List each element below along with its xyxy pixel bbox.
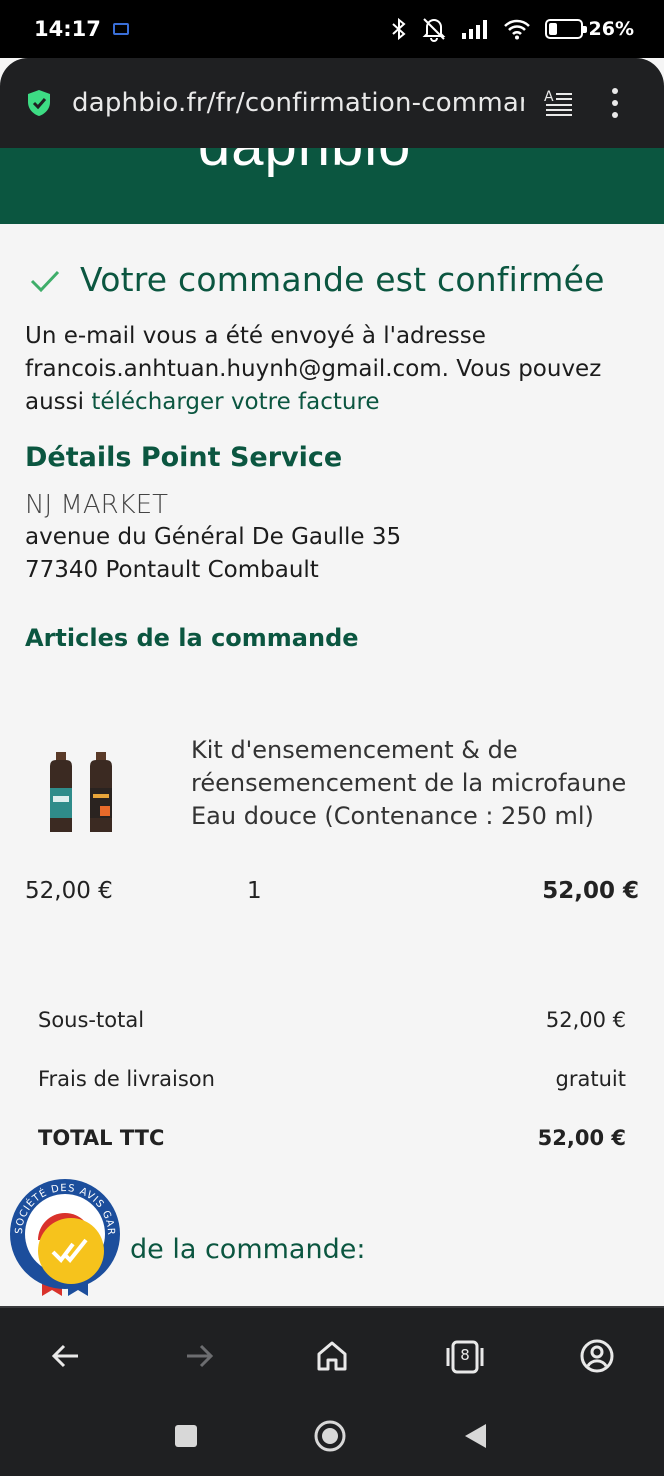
- shipping-label: Frais de livraison: [38, 1067, 215, 1091]
- point-service-heading: Détails Point Service: [25, 442, 343, 473]
- system-nav-bar: [0, 1400, 664, 1476]
- wifi-icon: [503, 19, 530, 40]
- total-value: 52,00 €: [537, 1126, 626, 1150]
- product-name-line: Eau douce (Contenance : 250 ml): [191, 802, 594, 830]
- url-text[interactable]: daphbio.fr/fr/confirmation-commande: [72, 88, 524, 118]
- point-service-street: avenue du Général De Gaulle 35: [25, 524, 402, 550]
- email-notice-line: francois.anhtuan.huynh@gmail.com. Vous p…: [25, 356, 602, 382]
- account-icon[interactable]: [579, 1338, 615, 1374]
- battery-level: 26%: [588, 18, 634, 40]
- tabs-count: 8: [460, 1346, 470, 1364]
- email-notice-line: aussi télécharger votre facture: [25, 386, 645, 419]
- back-triangle-icon[interactable]: [462, 1422, 488, 1450]
- confirmation-header: Votre commande est confirmée: [28, 260, 605, 299]
- battery-icon: [544, 19, 587, 39]
- shipping-value: gratuit: [555, 1067, 626, 1091]
- bluetooth-icon: [391, 17, 406, 41]
- item-unit-price: 52,00 €: [25, 878, 113, 904]
- forward-arrow-icon[interactable]: [181, 1338, 217, 1374]
- item-quantity: 1: [247, 878, 262, 904]
- browser-url-bar: daphbio.fr/fr/confirmation-commande A: [0, 58, 664, 148]
- status-bar: 14:17 26%: [0, 0, 664, 58]
- home-icon[interactable]: [314, 1338, 350, 1374]
- email-notice-line: Un e-mail vous a été envoyé à l'adresse: [25, 323, 486, 349]
- tabs-icon[interactable]: 8: [446, 1338, 484, 1376]
- reader-mode-icon[interactable]: A: [544, 88, 574, 118]
- email-notice-prefix: aussi: [25, 389, 92, 415]
- svg-text:A: A: [544, 89, 554, 105]
- signal-icon: [461, 20, 487, 39]
- reviews-badge-icon[interactable]: SOCIÉTÉ DES AVIS GARANTIS: [8, 1178, 122, 1300]
- product-image[interactable]: [44, 752, 128, 836]
- home-circle-icon[interactable]: [314, 1420, 346, 1452]
- shield-check-icon[interactable]: [24, 88, 54, 118]
- order-details-heading: de la commande:: [130, 1234, 366, 1265]
- status-icons: 26%: [391, 16, 634, 42]
- back-arrow-icon[interactable]: [48, 1338, 84, 1374]
- site-logo[interactable]: daphbio: [198, 148, 411, 179]
- product-name-line: Kit d'ensemencement & de: [191, 736, 518, 764]
- recents-icon[interactable]: [174, 1424, 198, 1448]
- total-label: TOTAL TTC: [38, 1126, 165, 1150]
- site-header: daphbio: [0, 148, 664, 224]
- check-icon: [30, 270, 60, 292]
- screen: 14:17 26% daphbio.fr/fr/confirmation-com…: [0, 0, 664, 1476]
- download-invoice-link[interactable]: télécharger votre facture: [91, 389, 379, 415]
- product-name-line: réensemencement de la microfaune: [191, 769, 627, 797]
- battery: 26%: [544, 18, 634, 40]
- email-notice: Un e-mail vous a été envoyé à l'adresse …: [25, 320, 645, 419]
- notification-icon: [112, 23, 129, 35]
- subtotal-value: 52,00 €: [545, 1008, 626, 1032]
- point-service-name: NJ MARKET: [25, 490, 169, 520]
- item-total: 52,00 €: [542, 878, 639, 904]
- subtotal-label: Sous-total: [38, 1008, 145, 1032]
- browser-nav-bar: 8: [0, 1306, 664, 1400]
- order-items-heading: Articles de la commande: [25, 624, 359, 652]
- status-time: 14:17: [34, 17, 101, 41]
- silent-bell-icon: [422, 18, 445, 42]
- point-service-city: 77340 Pontault Combault: [25, 557, 319, 583]
- product-name[interactable]: Kit d'ensemencement & de réensemencement…: [191, 734, 646, 833]
- overflow-menu-icon[interactable]: [612, 88, 618, 118]
- confirmation-title: Votre commande est confirmée: [80, 260, 605, 299]
